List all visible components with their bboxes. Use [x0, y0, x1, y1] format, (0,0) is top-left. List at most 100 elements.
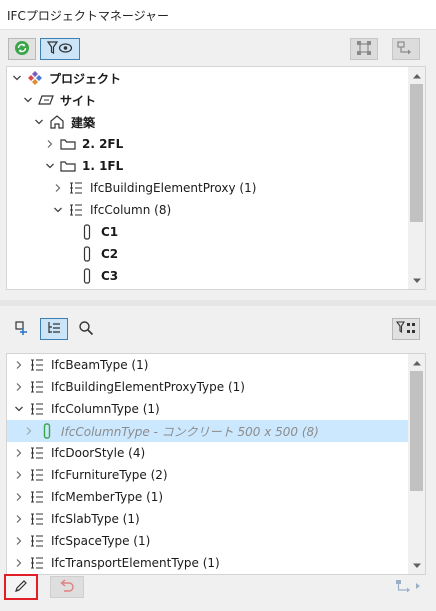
filter-view-button[interactable]: [40, 38, 80, 60]
type-list-icon: [29, 379, 45, 395]
chevron-right-icon[interactable]: [13, 535, 25, 547]
undo-button[interactable]: [50, 576, 84, 598]
hierarchy-icon: [46, 320, 62, 339]
tree-item-label: 建築: [71, 115, 96, 130]
window-title: IFCプロジェクトマネージャー: [7, 9, 169, 23]
tree-item-building[interactable]: 建築: [7, 111, 409, 133]
chevron-right-icon[interactable]: [23, 425, 35, 437]
chevron-right-icon[interactable]: [13, 557, 25, 569]
tree-scrollbar[interactable]: [408, 67, 425, 289]
chevron-right-icon[interactable]: [13, 491, 25, 503]
structure-icon: [356, 40, 372, 59]
type-item-spacetype[interactable]: IfcSpaceType (1): [7, 530, 409, 552]
pencil-icon: [13, 578, 29, 597]
refresh-button[interactable]: [8, 38, 36, 60]
add-element-button[interactable]: [8, 318, 36, 340]
type-list-icon: [29, 445, 45, 461]
chevron-down-icon[interactable]: [13, 403, 25, 415]
hierarchy-view-button[interactable]: [40, 318, 68, 340]
type-list-icon: [29, 357, 45, 373]
type-item-column-concrete[interactable]: IfcColumnType - コンクリート 500 x 500 (8): [7, 420, 409, 442]
scroll-thumb[interactable]: [410, 371, 423, 491]
chevron-down-icon[interactable]: [44, 160, 56, 172]
tree-item-project[interactable]: プロジェクト: [7, 67, 409, 89]
chevron-right-icon[interactable]: [52, 182, 64, 194]
title-bar: IFCプロジェクトマネージャー: [0, 0, 436, 30]
filter-structure-icon: [395, 320, 416, 338]
type-item-membertype[interactable]: IfcMemberType (1): [7, 486, 409, 508]
type-item-label: IfcColumnType (1): [51, 402, 160, 416]
connection-icon: [397, 40, 415, 59]
tree-item-label: C3: [101, 269, 119, 283]
column-icon: [79, 246, 95, 262]
type-item-transporttype[interactable]: IfcTransportElementType (1): [7, 552, 409, 574]
chevron-right-icon[interactable]: [13, 447, 25, 459]
tree-item-proxy[interactable]: IfcBuildingElementProxy (1): [7, 177, 409, 199]
tree-item-c2[interactable]: C2: [7, 243, 409, 265]
structure-button[interactable]: [350, 38, 378, 60]
chevron-down-icon[interactable]: [52, 204, 64, 216]
connection-button[interactable]: [392, 38, 420, 60]
edit-button[interactable]: [4, 574, 38, 600]
chevron-down-icon[interactable]: [33, 116, 45, 128]
scroll-up-icon[interactable]: [408, 354, 425, 371]
chevron-right-icon[interactable]: [13, 381, 25, 393]
type-list-icon: [29, 511, 45, 527]
type-item-label: IfcFurnitureType (2): [51, 468, 168, 482]
undo-icon: [59, 578, 75, 596]
type-item-columntype[interactable]: IfcColumnType (1): [7, 398, 409, 420]
type-item-proxytype[interactable]: IfcBuildingElementProxyType (1): [7, 376, 409, 398]
type-item-beamtype[interactable]: IfcBeamType (1): [7, 354, 409, 376]
type-list-icon: [29, 489, 45, 505]
chevron-down-icon[interactable]: [11, 72, 23, 84]
type-item-label: IfcColumnType - コンクリート 500 x 500 (8): [61, 424, 319, 439]
chevron-right-icon[interactable]: [13, 359, 25, 371]
type-item-label: IfcMemberType (1): [51, 490, 164, 504]
column-icon: [79, 268, 95, 284]
add-element-icon: [14, 320, 30, 339]
tree-item-column[interactable]: IfcColumn (8): [7, 199, 409, 221]
type-list-icon: [29, 467, 45, 483]
tree-item-label: C2: [101, 247, 119, 261]
types-scrollbar[interactable]: [408, 354, 425, 574]
scroll-down-icon[interactable]: [408, 557, 425, 574]
types-list: IfcBeamType (1) IfcBuildingElementProxyT…: [6, 353, 426, 575]
type-item-label: IfcBeamType (1): [51, 358, 149, 372]
type-list-icon: [29, 533, 45, 549]
type-item-slabtype[interactable]: IfcSlabType (1): [7, 508, 409, 530]
connect-arrow-icon: [395, 579, 423, 596]
type-list-icon: [29, 401, 45, 417]
type-item-furnituretype[interactable]: IfcFurnitureType (2): [7, 464, 409, 486]
filter-structure-button[interactable]: [392, 318, 420, 340]
tree-item-label: プロジェクト: [49, 71, 122, 86]
type-item-label: IfcBuildingElementProxyType (1): [51, 380, 245, 394]
chevron-right-icon[interactable]: [13, 513, 25, 525]
type-item-label: IfcDoorStyle (4): [51, 446, 146, 460]
type-item-label: IfcTransportElementType (1): [51, 556, 220, 570]
building-icon: [49, 114, 65, 130]
chevron-down-icon[interactable]: [22, 94, 34, 106]
tree-item-storey-2fl[interactable]: 2. 2FL: [7, 133, 409, 155]
panel-splitter[interactable]: [0, 300, 436, 306]
chevron-right-icon[interactable]: [13, 469, 25, 481]
search-button[interactable]: [72, 318, 100, 340]
type-list-icon: [68, 180, 84, 196]
column-icon: [79, 224, 95, 240]
tree-item-c3[interactable]: C3: [7, 265, 409, 287]
tree-item-label: IfcColumn (8): [90, 203, 172, 217]
type-item-doorstyle[interactable]: IfcDoorStyle (4): [7, 442, 409, 464]
tree-item-storey-1fl[interactable]: 1. 1FL: [7, 155, 409, 177]
tree-item-site[interactable]: サイト: [7, 89, 409, 111]
scroll-up-icon[interactable]: [408, 67, 425, 84]
project-tree: プロジェクト サイト 建築 2. 2FL 1. 1FL IfcBuildingE: [6, 66, 426, 290]
chevron-right-icon[interactable]: [44, 138, 56, 150]
type-list-icon: [68, 202, 84, 218]
refresh-icon: [14, 40, 30, 59]
scroll-thumb[interactable]: [410, 84, 423, 222]
scroll-down-icon[interactable]: [408, 272, 425, 289]
tree-item-c1[interactable]: C1: [7, 221, 409, 243]
site-icon: [38, 92, 54, 108]
connect-button[interactable]: [392, 576, 426, 598]
tree-item-label: IfcBuildingElementProxy (1): [90, 181, 257, 195]
project-icon: [27, 70, 43, 86]
